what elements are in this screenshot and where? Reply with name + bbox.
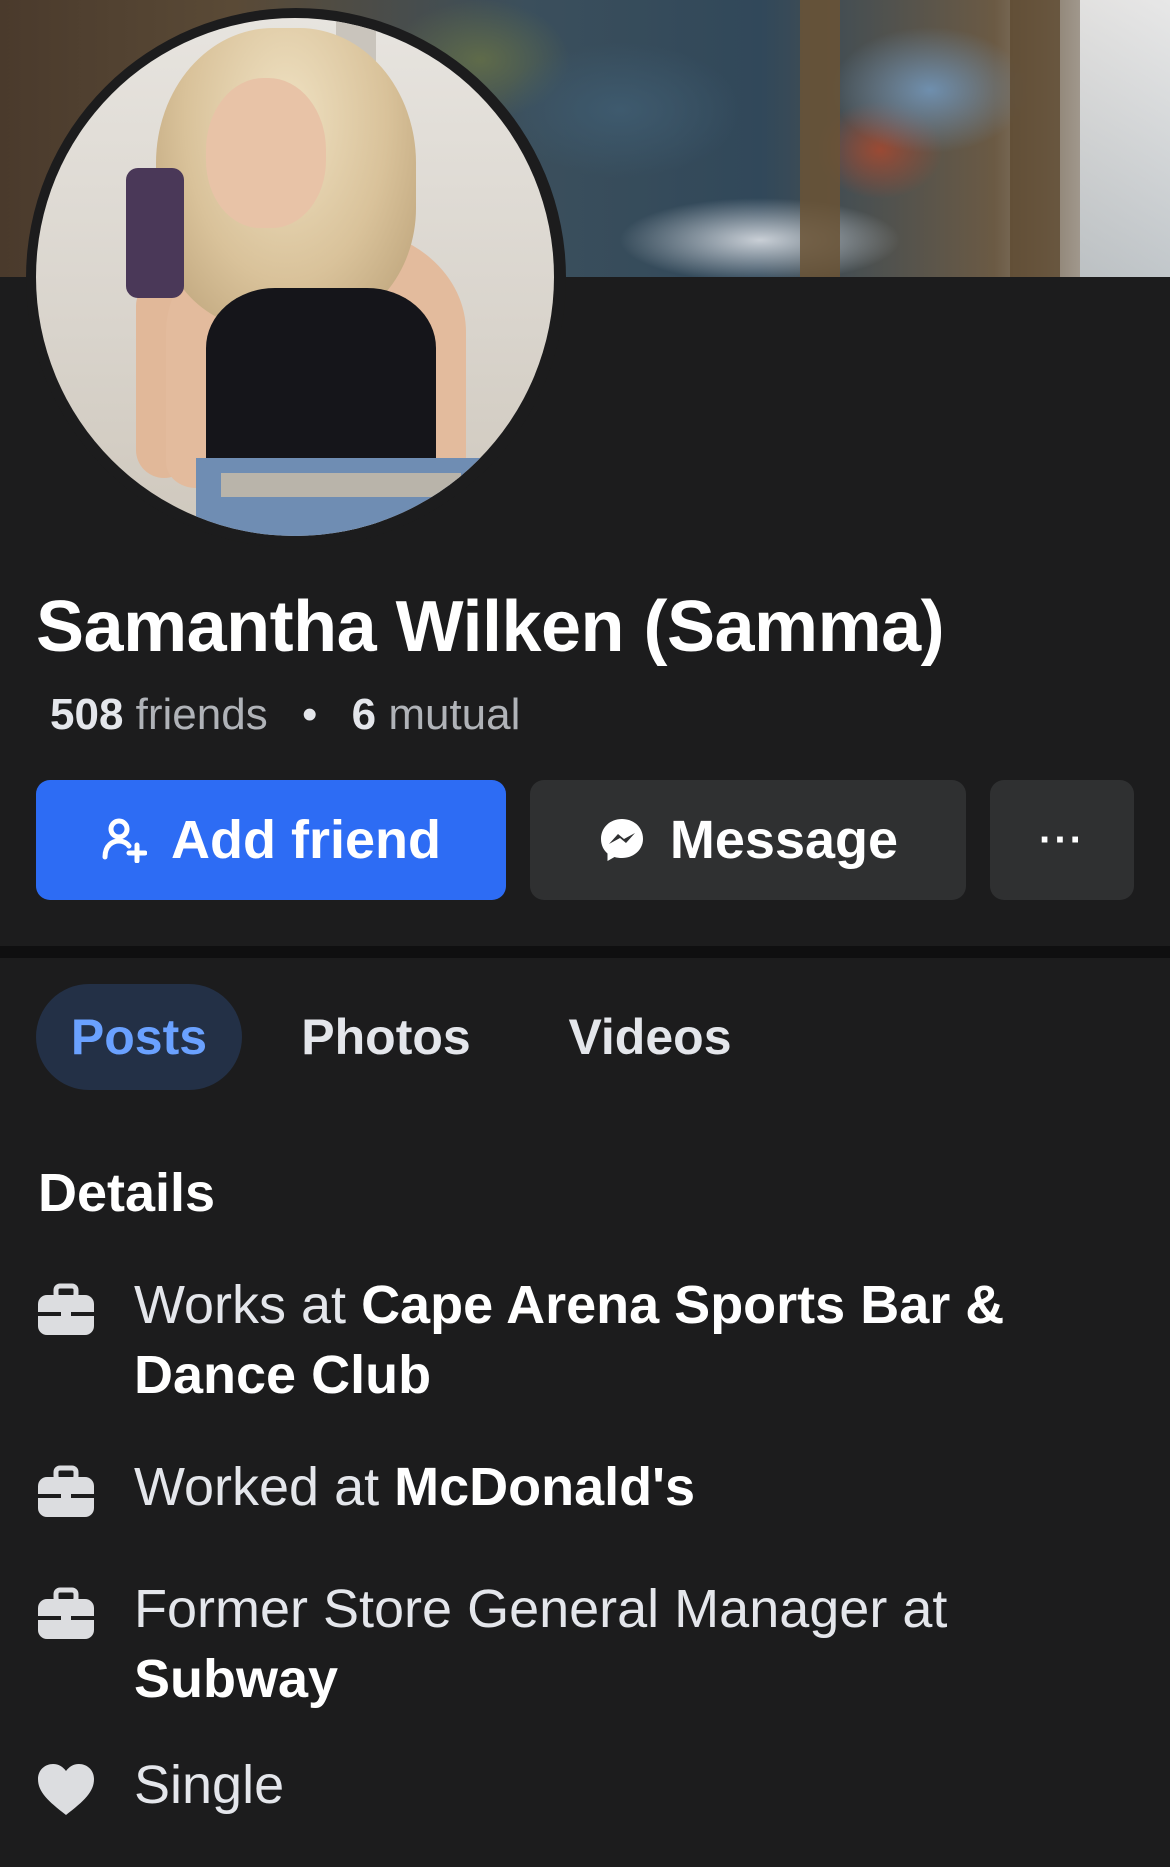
- add-friend-label: Add friend: [171, 810, 441, 870]
- detail-prefix: Works at: [134, 1275, 362, 1335]
- workplace-link[interactable]: Subway: [134, 1649, 338, 1709]
- avatar-figure: [126, 168, 184, 298]
- mutual-label: mutual: [388, 690, 521, 739]
- cover-detail: [1080, 0, 1170, 277]
- briefcase-icon: [36, 1462, 96, 1522]
- tab-posts[interactable]: Posts: [36, 984, 242, 1090]
- details-heading: Details: [38, 1163, 216, 1223]
- avatar-figure: [221, 473, 461, 497]
- detail-item-work[interactable]: Works at Cape Arena Sports Bar & Dance C…: [36, 1270, 1136, 1410]
- detail-text: Single: [134, 1750, 1074, 1820]
- cover-detail: [800, 0, 840, 277]
- more-icon: ···: [1039, 817, 1085, 862]
- detail-item-relationship[interactable]: Single: [36, 1750, 1136, 1820]
- detail-text: Worked at McDonald's: [134, 1452, 1074, 1522]
- mutual-count: 6: [351, 690, 377, 739]
- briefcase-icon: [36, 1280, 96, 1340]
- avatar-figure: [196, 458, 496, 536]
- avatar-figure: [206, 78, 326, 228]
- message-button[interactable]: Message: [530, 780, 966, 900]
- section-divider: [0, 946, 1170, 958]
- profile-avatar[interactable]: [36, 18, 554, 536]
- tab-label: Videos: [568, 1009, 732, 1065]
- more-options-button[interactable]: ···: [990, 780, 1134, 900]
- detail-item-work[interactable]: Former Store General Manager at Subway: [36, 1574, 1136, 1714]
- friend-stats[interactable]: 508 friends • 6 mutual: [50, 688, 520, 742]
- detail-item-work[interactable]: Worked at McDonald's: [36, 1452, 1136, 1522]
- cover-detail: [1010, 0, 1060, 277]
- detail-prefix: Worked at: [134, 1457, 395, 1517]
- messenger-icon: [598, 816, 646, 864]
- profile-page: Samantha Wilken (Samma) 508 friends • 6 …: [0, 0, 1170, 1867]
- add-friend-button[interactable]: Add friend: [36, 780, 506, 900]
- friends-label: friends: [135, 690, 268, 739]
- tab-videos[interactable]: Videos: [550, 984, 750, 1090]
- friends-count: 508: [50, 690, 124, 739]
- message-label: Message: [669, 810, 899, 870]
- workplace-link[interactable]: McDonald's: [394, 1457, 695, 1517]
- tab-label: Posts: [70, 1009, 208, 1065]
- detail-text: Works at Cape Arena Sports Bar & Dance C…: [134, 1270, 1074, 1410]
- add-person-icon: [101, 817, 147, 863]
- tab-label: Photos: [301, 1009, 471, 1065]
- tab-photos[interactable]: Photos: [286, 984, 486, 1090]
- heart-icon: [36, 1760, 96, 1820]
- profile-name: Samantha Wilken (Samma): [36, 587, 945, 667]
- separator-dot: •: [301, 690, 318, 739]
- detail-text: Former Store General Manager at Subway: [134, 1574, 1074, 1714]
- relationship-status: Single: [134, 1755, 285, 1815]
- briefcase-icon: [36, 1584, 96, 1644]
- detail-prefix: Former Store General Manager at: [134, 1579, 948, 1639]
